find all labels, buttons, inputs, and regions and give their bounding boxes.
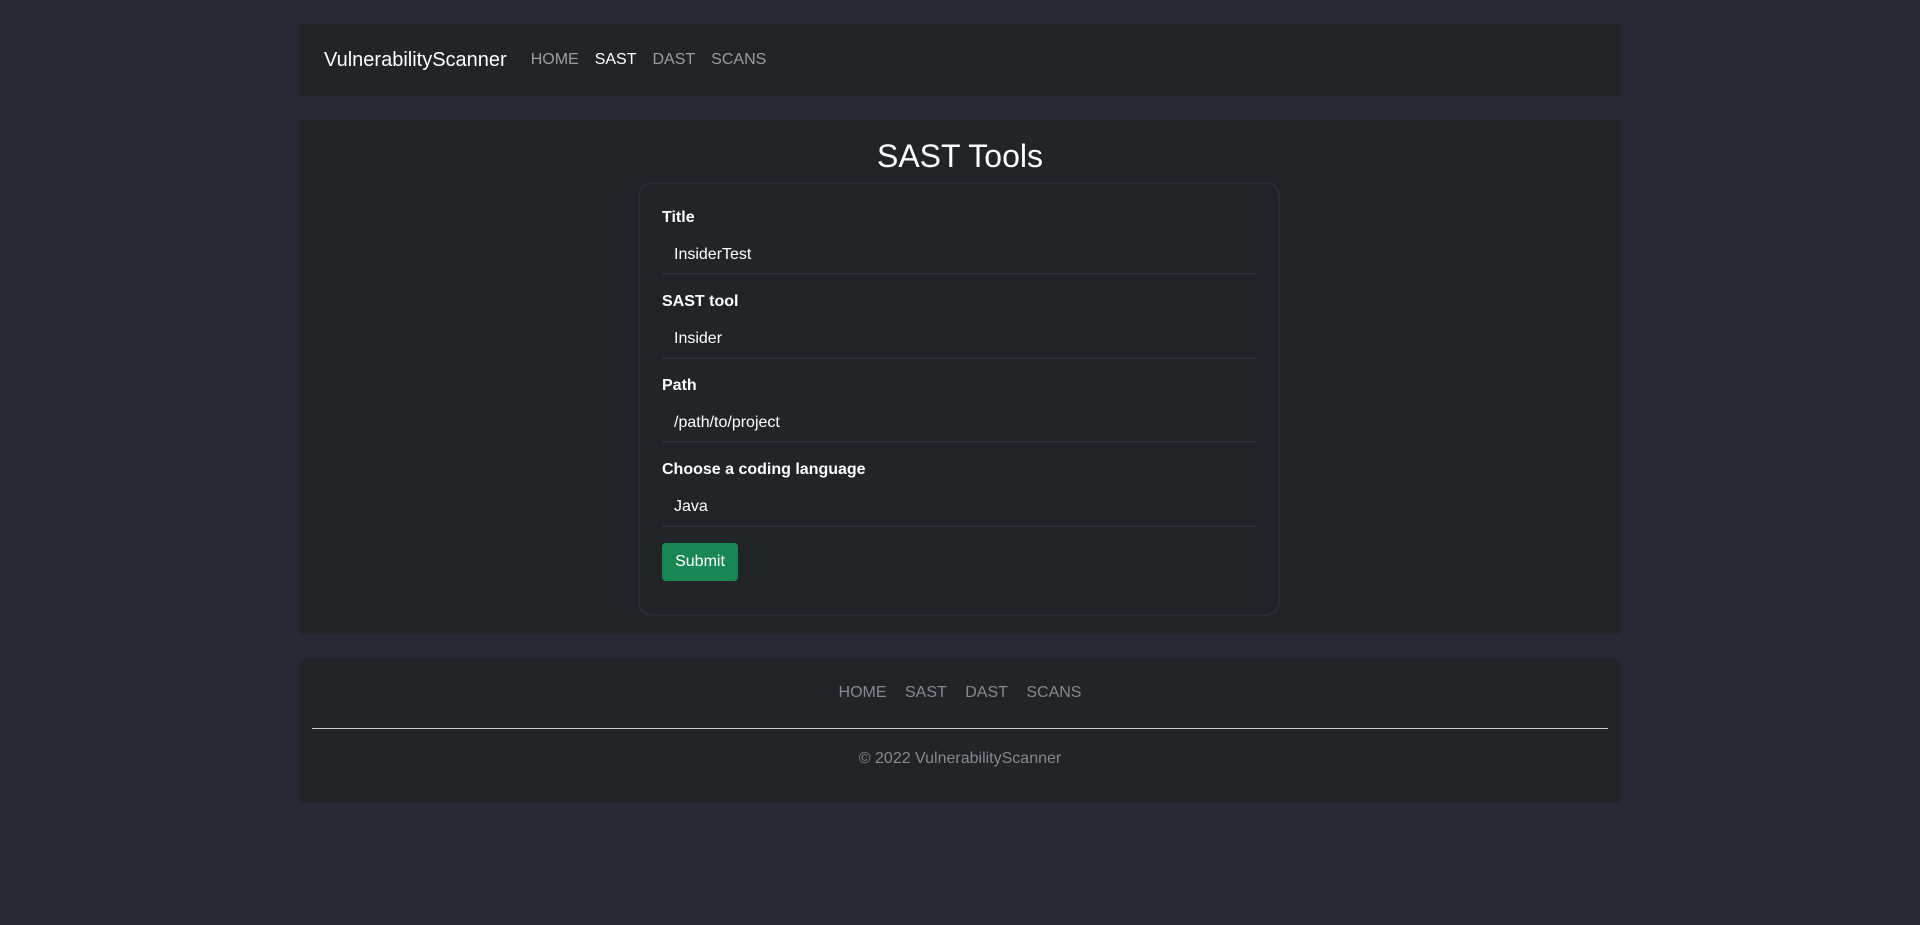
footer-divider xyxy=(312,728,1608,729)
title-label: Title xyxy=(662,209,695,226)
title-input[interactable] xyxy=(662,236,1256,275)
nav-link-scans[interactable]: SCANS xyxy=(711,51,766,69)
nav-link-dast[interactable]: DAST xyxy=(653,51,696,69)
language-label: Choose a coding language xyxy=(662,461,866,478)
footer-link-home[interactable]: HOME xyxy=(839,684,887,701)
footer-link-scans[interactable]: SCANS xyxy=(1026,684,1081,701)
sast-form: Title SAST tool Path Choose a coding lan… xyxy=(638,182,1280,616)
page-title: SAST Tools xyxy=(876,138,1043,174)
title-field-group: Title xyxy=(662,208,1256,275)
language-field-group: Choose a coding language xyxy=(662,460,1256,527)
brand-link[interactable]: VulnerabilityScanner xyxy=(324,49,507,72)
sast-tool-label: SAST tool xyxy=(662,293,739,310)
footer: HOME SAST DAST SCANS © 2022 Vulnerabilit… xyxy=(300,658,1620,803)
nav-link-home[interactable]: HOME xyxy=(531,51,579,69)
footer-nav: HOME SAST DAST SCANS xyxy=(300,684,1620,702)
submit-button[interactable]: Submit xyxy=(662,543,738,581)
footer-link-dast[interactable]: DAST xyxy=(965,684,1008,701)
navbar: VulnerabilityScanner HOME SAST DAST SCAN… xyxy=(300,24,1620,96)
path-input[interactable] xyxy=(662,404,1256,443)
path-field-group: Path xyxy=(662,376,1256,443)
path-label: Path xyxy=(662,377,697,394)
main-panel: SAST Tools Title SAST tool Path Choose a… xyxy=(300,120,1620,634)
footer-link-sast[interactable]: SAST xyxy=(905,684,947,701)
copyright-text: © 2022 VulnerabilityScanner xyxy=(858,750,1062,767)
sast-tool-field-group: SAST tool xyxy=(662,292,1256,359)
language-select[interactable] xyxy=(662,488,1256,527)
nav-link-sast[interactable]: SAST xyxy=(595,51,637,69)
sast-tool-select[interactable] xyxy=(662,320,1256,359)
